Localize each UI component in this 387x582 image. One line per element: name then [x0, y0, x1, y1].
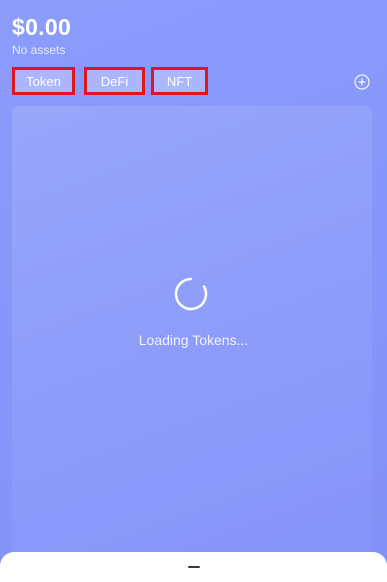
bottom-sheet[interactable]	[0, 552, 387, 582]
spinner-icon	[173, 276, 209, 312]
total-balance: $0.00	[12, 14, 72, 40]
tab-token-label: Token	[15, 70, 72, 92]
tab-nft-label: NFT	[154, 70, 205, 92]
sheet-handle[interactable]	[188, 566, 200, 568]
add-token-button[interactable]	[354, 74, 370, 90]
plus-circle-icon	[354, 74, 370, 90]
tab-token[interactable]: Token	[12, 67, 75, 95]
tab-defi[interactable]: DeFi	[84, 67, 145, 95]
tab-nft[interactable]: NFT	[151, 67, 208, 95]
assets-subtitle: No assets	[12, 43, 66, 57]
loading-text: Loading Tokens...	[138, 332, 249, 348]
tab-defi-label: DeFi	[87, 70, 142, 92]
